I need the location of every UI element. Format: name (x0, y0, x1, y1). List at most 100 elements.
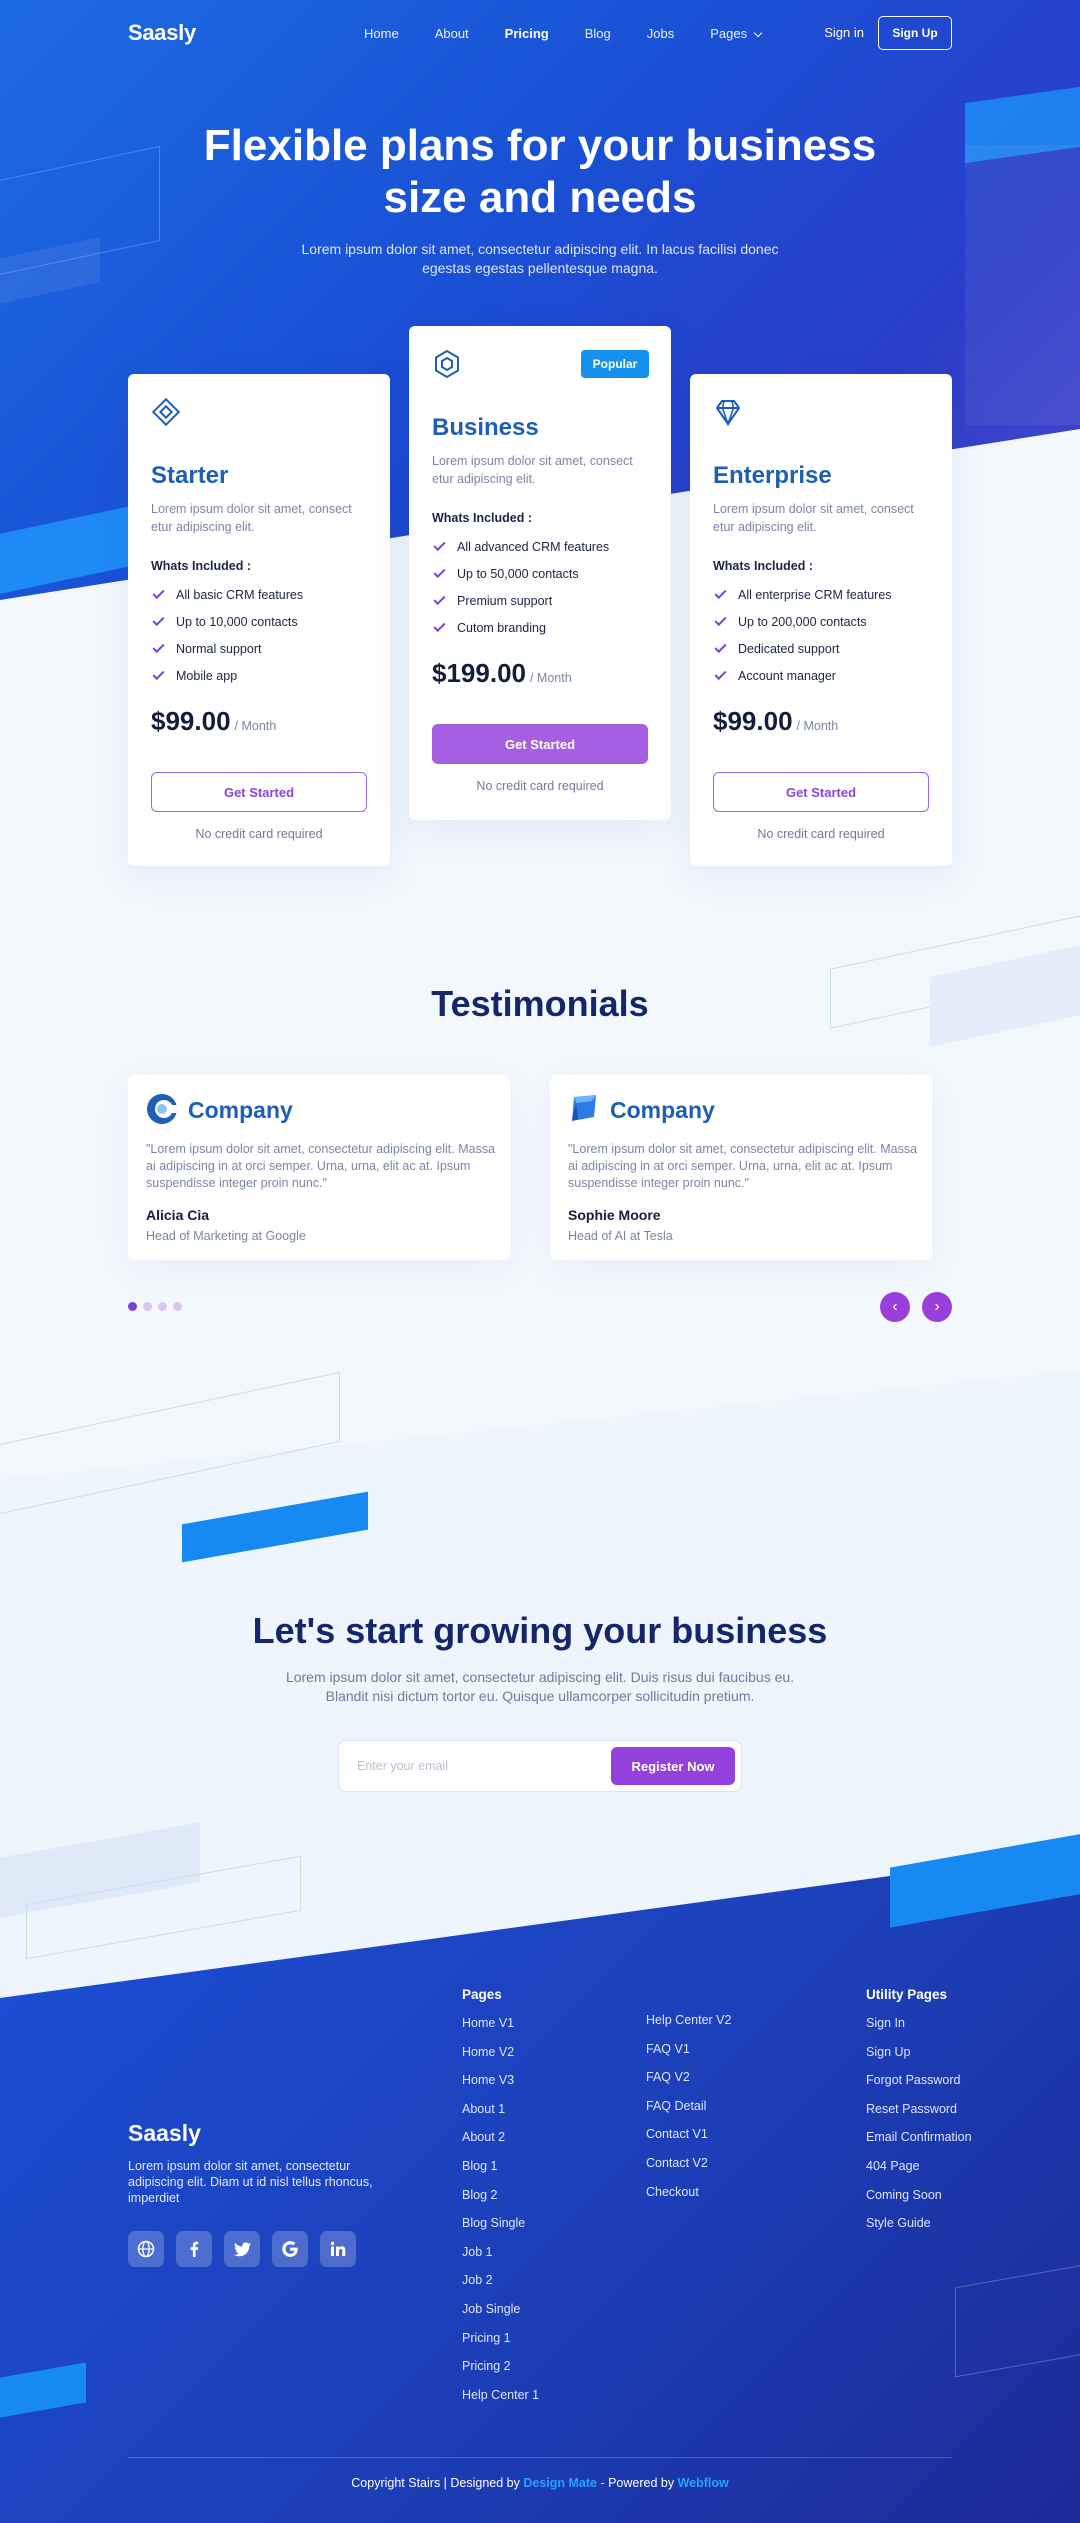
footer-utility-column: Utility Pages Sign In Sign Up Forgot Pas… (866, 1986, 972, 2243)
price-amount: $99.00 (151, 706, 231, 736)
nav-link-home[interactable]: Home (364, 26, 399, 41)
footer-link[interactable]: Checkout (646, 2183, 731, 2212)
feature-label: Cutom branding (457, 620, 546, 635)
footer-link[interactable]: Reset Password (866, 2100, 972, 2129)
email-signup-form: Register Now (338, 1740, 742, 1792)
logo[interactable]: Saasly (128, 20, 196, 46)
nav-link-about[interactable]: About (435, 26, 469, 41)
nav-link-jobs[interactable]: Jobs (647, 26, 674, 41)
footer-link[interactable]: Help Center V2 (646, 2011, 731, 2040)
designer-link[interactable]: Design Mate (523, 2476, 597, 2490)
footer-link[interactable]: FAQ V2 (646, 2068, 731, 2097)
carousel-prev-button[interactable]: ‹ (880, 1292, 910, 1322)
footer-logo[interactable]: Saasly (128, 2120, 201, 2147)
footer-link[interactable]: FAQ V1 (646, 2040, 731, 2069)
carousel-dot[interactable] (143, 1302, 152, 1311)
copyright-mid-text: - Powered by (596, 2476, 678, 2490)
no-credit-card-note: No credit card required (195, 827, 323, 841)
footer-link[interactable]: Pricing 2 (462, 2357, 539, 2386)
testimonials-title: Testimonials (431, 983, 649, 1024)
email-input[interactable] (357, 1741, 587, 1791)
testimonial-quote: "Lorem ipsum dolor sit amet, consectetur… (568, 1142, 918, 1190)
company-logo-icon (147, 1094, 178, 1124)
check-icon (152, 586, 165, 599)
footer-link[interactable]: Job 2 (462, 2271, 539, 2300)
testimonial-role: Head of AI at Tesla (568, 1229, 673, 1243)
footer-link[interactable]: Coming Soon (866, 2186, 972, 2215)
check-icon (433, 619, 446, 632)
check-icon (714, 667, 727, 680)
feature-item: Account manager (713, 662, 892, 689)
footer-pages-column-2: Help Center V2 FAQ V1 FAQ V2 FAQ Detail … (646, 2011, 731, 2211)
carousel-dot[interactable] (128, 1302, 137, 1311)
footer-link[interactable]: Help Center 1 (462, 2386, 539, 2415)
footer-link[interactable]: 404 Page (866, 2157, 972, 2186)
price-period: / Month (234, 719, 277, 733)
globe-icon[interactable] (128, 2231, 164, 2267)
check-icon (152, 613, 165, 626)
facebook-icon[interactable] (176, 2231, 212, 2267)
testimonial-card: Company "Lorem ipsum dolor sit amet, con… (550, 1075, 932, 1260)
footer-link[interactable]: Contact V2 (646, 2154, 731, 2183)
feature-list: All enterprise CRM features Up to 200,00… (713, 581, 892, 689)
footer-link[interactable]: Home V2 (462, 2043, 539, 2072)
check-icon (714, 640, 727, 653)
carousel-next-button[interactable]: › (922, 1292, 952, 1322)
sign-in-link[interactable]: Sign in (824, 16, 864, 50)
get-started-button[interactable]: Get Started (432, 724, 648, 764)
footer-link[interactable]: About 2 (462, 2128, 539, 2157)
footer-link[interactable]: Sign Up (866, 2043, 972, 2072)
webflow-link[interactable]: Webflow (678, 2476, 729, 2490)
pricing-card-business: Popular Business Lorem ipsum dolor sit a… (409, 326, 671, 820)
nav-link-pricing[interactable]: Pricing (505, 26, 549, 41)
footer-link[interactable]: Job Single (462, 2300, 539, 2329)
company-name: Company (188, 1097, 293, 1123)
chevron-down-icon (753, 28, 763, 37)
hero-decor-panel (965, 145, 1080, 425)
feature-item: Up to 50,000 contacts (432, 560, 609, 587)
register-now-button[interactable]: Register Now (611, 1747, 735, 1785)
footer-link[interactable]: Forgot Password (866, 2071, 972, 2100)
price-period: / Month (796, 719, 839, 733)
footer-link[interactable]: Home V1 (462, 2014, 539, 2043)
testimonial-author: Alicia Cia (146, 1207, 210, 1223)
top-nav: Saasly Home About Pricing Blog Jobs Page… (128, 16, 952, 50)
footer-link[interactable]: FAQ Detail (646, 2097, 731, 2126)
footer-link[interactable]: Style Guide (866, 2214, 972, 2243)
get-started-button[interactable]: Get Started (151, 772, 367, 812)
plan-name: Starter (151, 462, 229, 489)
sign-up-button[interactable]: Sign Up (878, 16, 952, 50)
google-icon[interactable] (272, 2231, 308, 2267)
chevron-left-icon: ‹ (892, 1298, 898, 1315)
plan-price: $99.00/ Month (151, 706, 276, 737)
footer-link[interactable]: Contact V1 (646, 2125, 731, 2154)
hexagon-icon (435, 349, 459, 379)
footer-link[interactable]: Blog 1 (462, 2157, 539, 2186)
footer-pages-title: Pages (462, 1987, 502, 2002)
carousel-dot[interactable] (173, 1302, 182, 1311)
feature-label: Normal support (176, 641, 262, 656)
nav-dropdown-pages[interactable]: Pages (710, 26, 763, 41)
copyright-text: Copyright Stairs | Designed by (351, 2476, 524, 2490)
footer-link[interactable]: About 1 (462, 2100, 539, 2129)
plan-price: $99.00/ Month (713, 706, 838, 737)
feature-item: All advanced CRM features (432, 533, 609, 560)
feature-item: Cutom branding (432, 614, 609, 641)
no-credit-card-note: No credit card required (757, 827, 885, 841)
footer-link[interactable]: Blog 2 (462, 2186, 539, 2215)
footer-link[interactable]: Job 1 (462, 2243, 539, 2272)
footer-link[interactable]: Email Confirmation (866, 2128, 972, 2157)
linkedin-icon[interactable] (320, 2231, 356, 2267)
footer-link[interactable]: Blog Single (462, 2214, 539, 2243)
footer-link[interactable]: Sign In (866, 2014, 972, 2043)
feature-list: All advanced CRM features Up to 50,000 c… (432, 533, 609, 641)
footer-link[interactable]: Pricing 1 (462, 2329, 539, 2358)
nav-link-blog[interactable]: Blog (585, 26, 611, 41)
feature-label: All basic CRM features (176, 587, 304, 602)
get-started-button[interactable]: Get Started (713, 772, 929, 812)
testimonial-author: Sophie Moore (568, 1207, 661, 1223)
carousel-dot[interactable] (158, 1302, 167, 1311)
footer-link[interactable]: Home V3 (462, 2071, 539, 2100)
footer-utility-title: Utility Pages (866, 1987, 948, 2002)
twitter-icon[interactable] (224, 2231, 260, 2267)
